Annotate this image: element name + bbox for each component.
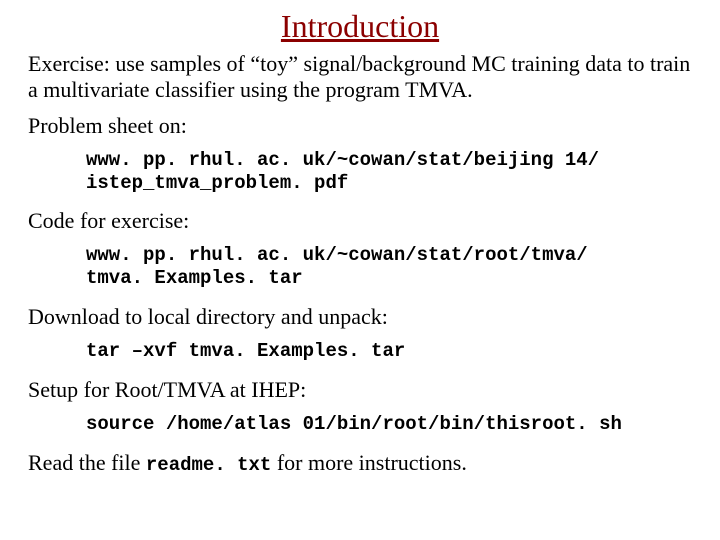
download-label: Download to local directory and unpack: <box>28 304 692 330</box>
readme-filename: readme. txt <box>146 454 271 476</box>
setup-command: source /home/atlas 01/bin/root/bin/thisr… <box>86 413 692 436</box>
page-title: Introduction <box>28 8 692 45</box>
code-url: www. pp. rhul. ac. uk/~cowan/stat/root/t… <box>86 244 692 290</box>
intro-text: Exercise: use samples of “toy” signal/ba… <box>28 51 692 103</box>
tar-command: tar –xvf tmva. Examples. tar <box>86 340 692 363</box>
read-suffix: for more instructions. <box>271 450 467 475</box>
problem-label: Problem sheet on: <box>28 113 692 139</box>
slide: Introduction Exercise: use samples of “t… <box>0 0 720 540</box>
problem-url: www. pp. rhul. ac. uk/~cowan/stat/beijin… <box>86 149 692 195</box>
read-instruction: Read the file readme. txt for more instr… <box>28 450 692 476</box>
read-prefix: Read the file <box>28 450 146 475</box>
code-label: Code for exercise: <box>28 208 692 234</box>
setup-label: Setup for Root/TMVA at IHEP: <box>28 377 692 403</box>
